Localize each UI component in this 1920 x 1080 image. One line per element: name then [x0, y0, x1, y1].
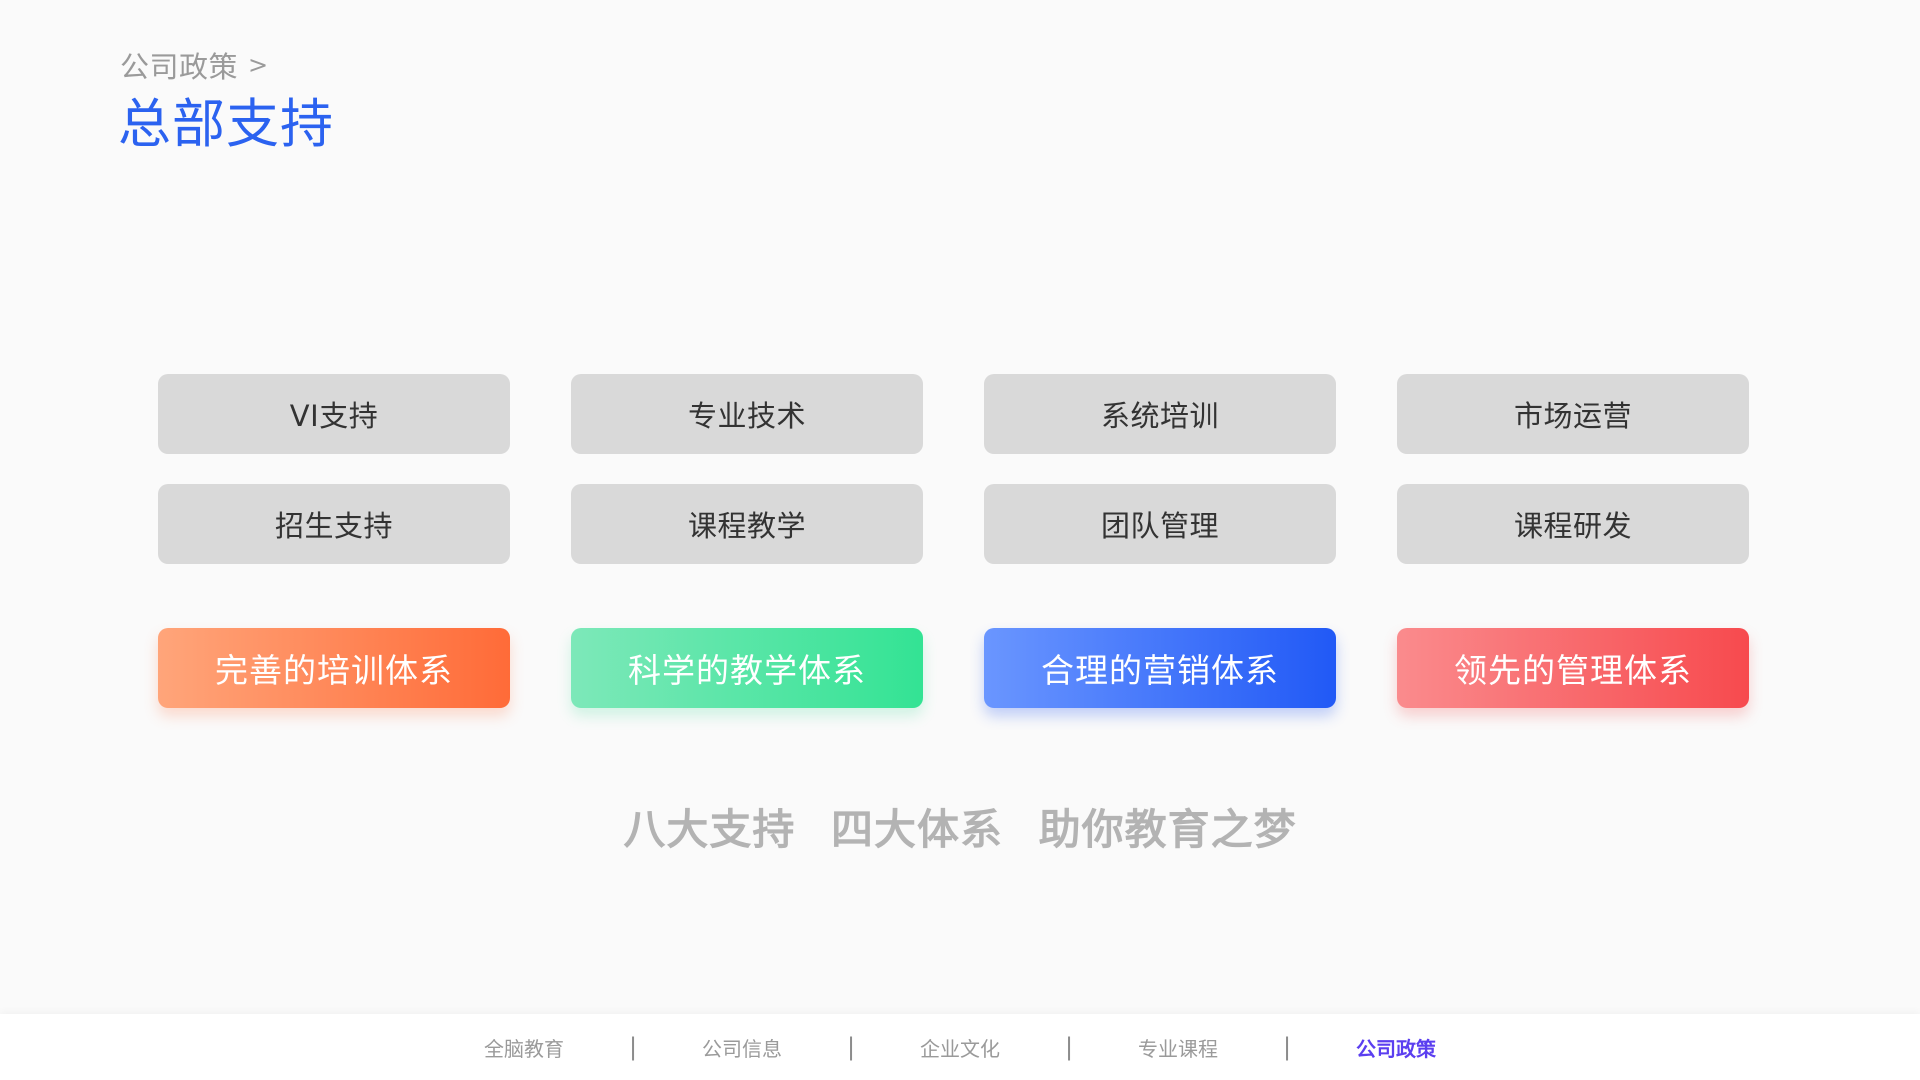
footer-nav-item-company-info[interactable]: 公司信息	[691, 1033, 793, 1062]
support-item-team-management[interactable]: 团队管理	[984, 484, 1336, 564]
breadcrumb-parent-link[interactable]: 公司政策	[120, 44, 238, 86]
footer-nav-item-professional-courses[interactable]: 专业课程	[1127, 1033, 1229, 1062]
footer-nav-item-corporate-culture[interactable]: 企业文化	[909, 1033, 1011, 1062]
support-item-course-development[interactable]: 课程研发	[1397, 484, 1749, 564]
footer-nav-item-brain-education[interactable]: 全脑教育	[473, 1033, 575, 1062]
footer-nav: 全脑教育 | 公司信息 | 企业文化 | 专业课程 | 公司政策	[0, 1014, 1920, 1080]
support-item-teaching[interactable]: 课程教学	[571, 484, 923, 564]
support-item-marketing[interactable]: 市场运营	[1397, 374, 1749, 454]
footer-nav-divider: |	[846, 1033, 856, 1061]
support-item-training[interactable]: 系统培训	[984, 374, 1336, 454]
footer-nav-divider: |	[1282, 1033, 1292, 1061]
system-button-teaching[interactable]: 科学的教学体系	[571, 628, 923, 708]
breadcrumb: 公司政策 >	[120, 44, 269, 86]
system-button-training[interactable]: 完善的培训体系	[158, 628, 510, 708]
system-button-marketing[interactable]: 合理的营销体系	[984, 628, 1336, 708]
page-title: 总部支持	[118, 94, 334, 155]
system-row: 完善的培训体系 科学的教学体系 合理的营销体系 领先的管理体系	[158, 628, 1751, 708]
footer-nav-divider: |	[1064, 1033, 1074, 1061]
footer-nav-item-company-policy[interactable]: 公司政策	[1345, 1033, 1447, 1062]
footer-nav-divider: |	[628, 1033, 638, 1061]
support-item-enrollment[interactable]: 招生支持	[158, 484, 510, 564]
slogan: 八大支持 四大体系 助你教育之梦	[623, 805, 1297, 854]
system-button-management[interactable]: 领先的管理体系	[1397, 628, 1749, 708]
support-grid: VI支持 专业技术 系统培训 市场运营 招生支持 课程教学 团队管理 课程研发	[158, 374, 1751, 564]
breadcrumb-separator: >	[248, 51, 269, 79]
support-item-technology[interactable]: 专业技术	[571, 374, 923, 454]
support-item-vi[interactable]: VI支持	[158, 374, 510, 454]
